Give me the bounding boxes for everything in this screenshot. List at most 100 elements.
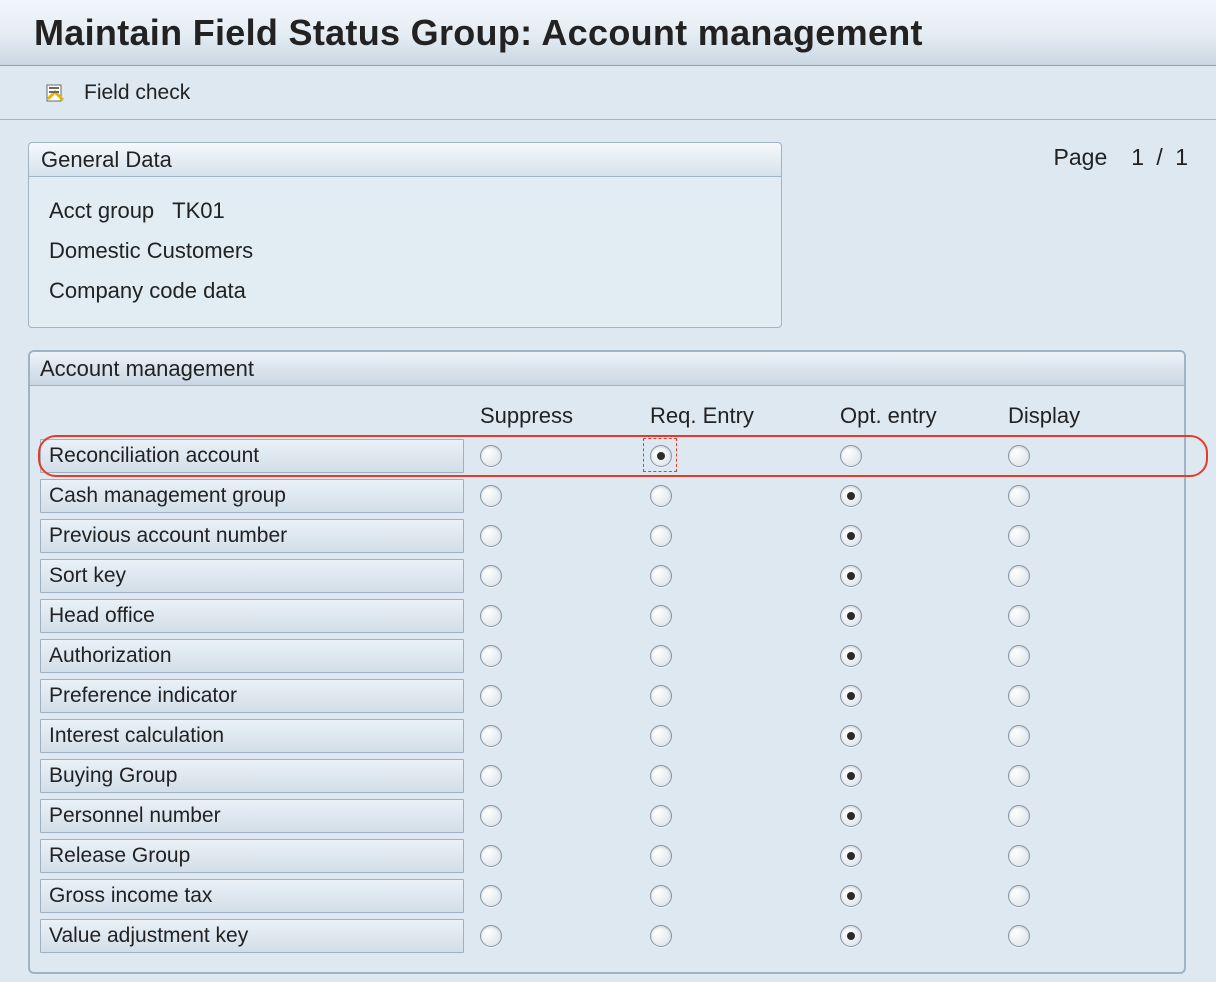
radio-req-entry[interactable]	[650, 525, 672, 547]
field-label: Sort key	[40, 559, 464, 593]
field-label: Value adjustment key	[40, 919, 464, 953]
radio-suppress[interactable]	[480, 485, 502, 507]
radio-req-entry[interactable]	[650, 885, 672, 907]
radio-display[interactable]	[1008, 885, 1030, 907]
general-line-2: Domestic Customers	[49, 231, 765, 271]
field-row: Previous account number	[40, 516, 1170, 556]
radio-opt-entry[interactable]	[840, 685, 862, 707]
column-header: Req. Entry	[650, 403, 840, 429]
radio-req-entry[interactable]	[650, 445, 672, 467]
radio-suppress[interactable]	[480, 845, 502, 867]
field-label: Head office	[40, 599, 464, 633]
radio-display[interactable]	[1008, 525, 1030, 547]
radio-suppress[interactable]	[480, 885, 502, 907]
radio-opt-entry[interactable]	[840, 605, 862, 627]
field-row: Interest calculation	[40, 716, 1170, 756]
field-row: Gross income tax	[40, 876, 1170, 916]
radio-req-entry[interactable]	[650, 565, 672, 587]
content-area: Page 1 / 1 General Data Acct group TK01 …	[0, 120, 1216, 974]
field-label: Reconciliation account	[40, 439, 464, 473]
radio-suppress[interactable]	[480, 805, 502, 827]
field-label: Cash management group	[40, 479, 464, 513]
column-header: Display	[1008, 403, 1168, 429]
general-data-group: General Data Acct group TK01 Domestic Cu…	[28, 142, 782, 328]
field-label: Authorization	[40, 639, 464, 673]
field-row: Cash management group	[40, 476, 1170, 516]
radio-display[interactable]	[1008, 805, 1030, 827]
page-sep: /	[1156, 144, 1162, 170]
radio-suppress[interactable]	[480, 725, 502, 747]
radio-opt-entry[interactable]	[840, 925, 862, 947]
radio-opt-entry[interactable]	[840, 765, 862, 787]
radio-display[interactable]	[1008, 845, 1030, 867]
radio-req-entry[interactable]	[650, 925, 672, 947]
radio-suppress[interactable]	[480, 685, 502, 707]
field-row: Authorization	[40, 636, 1170, 676]
radio-suppress[interactable]	[480, 765, 502, 787]
field-row: Release Group	[40, 836, 1170, 876]
field-check-button[interactable]: Field check	[84, 81, 190, 105]
field-label: Buying Group	[40, 759, 464, 793]
radio-req-entry[interactable]	[650, 725, 672, 747]
page-title: Maintain Field Status Group: Account man…	[34, 12, 923, 54]
radio-display[interactable]	[1008, 765, 1030, 787]
acct-group-value: TK01	[172, 191, 225, 231]
field-row: Reconciliation account	[40, 436, 1170, 476]
field-row: Personnel number	[40, 796, 1170, 836]
general-data-title: General Data	[29, 143, 781, 177]
page-total: 1	[1175, 144, 1188, 170]
radio-display[interactable]	[1008, 645, 1030, 667]
radio-opt-entry[interactable]	[840, 725, 862, 747]
column-header: Suppress	[480, 403, 650, 429]
radio-display[interactable]	[1008, 605, 1030, 627]
radio-suppress[interactable]	[480, 565, 502, 587]
account-management-panel: Account management SuppressReq. EntryOpt…	[28, 350, 1186, 974]
radio-display[interactable]	[1008, 725, 1030, 747]
field-row: Head office	[40, 596, 1170, 636]
account-management-title: Account management	[30, 352, 1184, 386]
radio-suppress[interactable]	[480, 645, 502, 667]
radio-opt-entry[interactable]	[840, 485, 862, 507]
field-label: Interest calculation	[40, 719, 464, 753]
field-label: Personnel number	[40, 799, 464, 833]
field-check-icon[interactable]	[44, 82, 66, 104]
radio-req-entry[interactable]	[650, 765, 672, 787]
radio-suppress[interactable]	[480, 925, 502, 947]
radio-suppress[interactable]	[480, 525, 502, 547]
field-row: Value adjustment key	[40, 916, 1170, 956]
radio-display[interactable]	[1008, 445, 1030, 467]
toolbar: Field check	[0, 66, 1216, 120]
field-row: Buying Group	[40, 756, 1170, 796]
radio-opt-entry[interactable]	[840, 565, 862, 587]
radio-opt-entry[interactable]	[840, 845, 862, 867]
titlebar: Maintain Field Status Group: Account man…	[0, 0, 1216, 66]
radio-display[interactable]	[1008, 485, 1030, 507]
acct-group-label: Acct group	[49, 191, 154, 231]
radio-opt-entry[interactable]	[840, 525, 862, 547]
radio-req-entry[interactable]	[650, 805, 672, 827]
radio-suppress[interactable]	[480, 445, 502, 467]
radio-req-entry[interactable]	[650, 645, 672, 667]
radio-req-entry[interactable]	[650, 845, 672, 867]
radio-req-entry[interactable]	[650, 685, 672, 707]
radio-display[interactable]	[1008, 925, 1030, 947]
radio-opt-entry[interactable]	[840, 445, 862, 467]
radio-suppress[interactable]	[480, 605, 502, 627]
radio-opt-entry[interactable]	[840, 805, 862, 827]
radio-display[interactable]	[1008, 685, 1030, 707]
radio-opt-entry[interactable]	[840, 885, 862, 907]
field-row: Sort key	[40, 556, 1170, 596]
field-label: Release Group	[40, 839, 464, 873]
general-line-3: Company code data	[49, 271, 765, 311]
field-label: Gross income tax	[40, 879, 464, 913]
radio-opt-entry[interactable]	[840, 645, 862, 667]
column-header: Opt. entry	[840, 403, 1008, 429]
radio-display[interactable]	[1008, 565, 1030, 587]
page-current: 1	[1131, 144, 1144, 170]
page-indicator: Page 1 / 1	[1054, 144, 1188, 171]
field-row: Preference indicator	[40, 676, 1170, 716]
field-table-header: SuppressReq. EntryOpt. entryDisplay	[40, 396, 1170, 436]
radio-req-entry[interactable]	[650, 485, 672, 507]
page-label: Page	[1054, 144, 1108, 171]
radio-req-entry[interactable]	[650, 605, 672, 627]
